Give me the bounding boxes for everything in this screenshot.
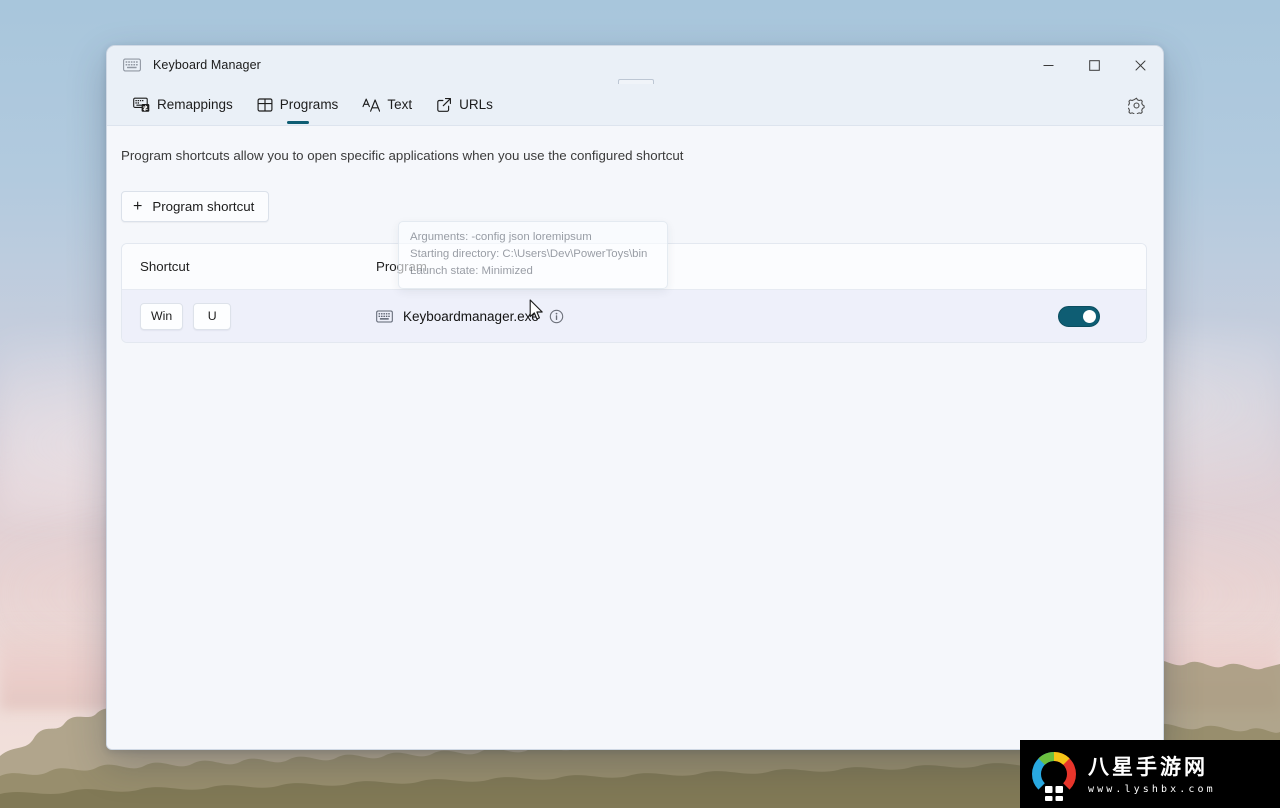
tab-urls[interactable]: URLs [424,84,505,126]
tab-remappings-label: Remappings [157,97,233,112]
tab-text[interactable]: Text [350,84,424,126]
keycap-win: Win [140,302,184,330]
minimize-icon [1043,64,1053,66]
add-program-shortcut-button[interactable]: + Program shortcut [121,191,270,222]
keyboard-icon [376,310,393,322]
watermark-site-url: www.lyshbx.com [1088,783,1216,795]
shortcut-keys: Win U [140,302,376,330]
tab-programs-label: Programs [279,97,339,112]
keyboard-remap-icon [133,97,150,112]
font-size-icon [362,98,381,112]
main-content: Program shortcuts allow you to open spec… [107,126,1163,749]
window-title: Keyboard Manager [153,58,261,72]
tab-programs[interactable]: Programs [245,84,351,126]
tab-text-label: Text [387,97,413,112]
add-program-shortcut-label: Program shortcut [152,199,255,214]
enabled-toggle[interactable] [1058,305,1100,327]
watermark-text-block: 八星手游网 www.lyshbx.com [1088,753,1216,796]
window-grid-icon [257,97,273,112]
watermark-logo-icon [1031,751,1077,801]
tab-urls-label: URLs [459,97,493,112]
tab-remappings[interactable]: Remappings [121,84,245,126]
close-icon [1134,59,1146,71]
maximize-icon [1088,59,1100,71]
settings-button[interactable] [1121,90,1151,120]
minimize-button[interactable] [1025,46,1071,84]
page-description: Program shortcuts allow you to open spec… [121,148,684,163]
tab-underline [286,120,309,124]
keyboard-icon [123,58,141,72]
maximize-button[interactable] [1071,46,1117,84]
window-controls [1025,46,1163,84]
program-cell: Keyboardmanager.exe [376,309,1058,324]
keyboard-manager-window: Keyboard Manager Remappings Programs Tex… [106,45,1164,750]
program-shortcuts-table: Shortcut Program Win U Keyboardmanager.e… [121,243,1147,343]
table-row[interactable]: Win U Keyboardmanager.exe [122,290,1146,342]
close-button[interactable] [1117,46,1163,84]
column-header-shortcut: Shortcut [140,259,190,274]
navigation-tabs: Remappings Programs Text URLs [107,84,1163,126]
keycap-u: U [193,302,232,330]
watermark-site-name: 八星手游网 [1088,754,1208,779]
desktop-wallpaper: Keyboard Manager Remappings Programs Tex… [0,0,1280,808]
info-icon[interactable] [549,309,564,324]
table-header-row: Shortcut Program [122,244,1146,290]
site-watermark: 八星手游网 www.lyshbx.com [1020,740,1280,808]
plus-icon: + [133,197,143,215]
toggle-knob [1083,309,1096,323]
column-header-program: Program [376,259,427,274]
toggle-cell [1058,305,1128,327]
program-name: Keyboardmanager.exe [403,308,539,324]
external-link-icon [437,97,452,112]
gear-icon [1127,97,1145,114]
